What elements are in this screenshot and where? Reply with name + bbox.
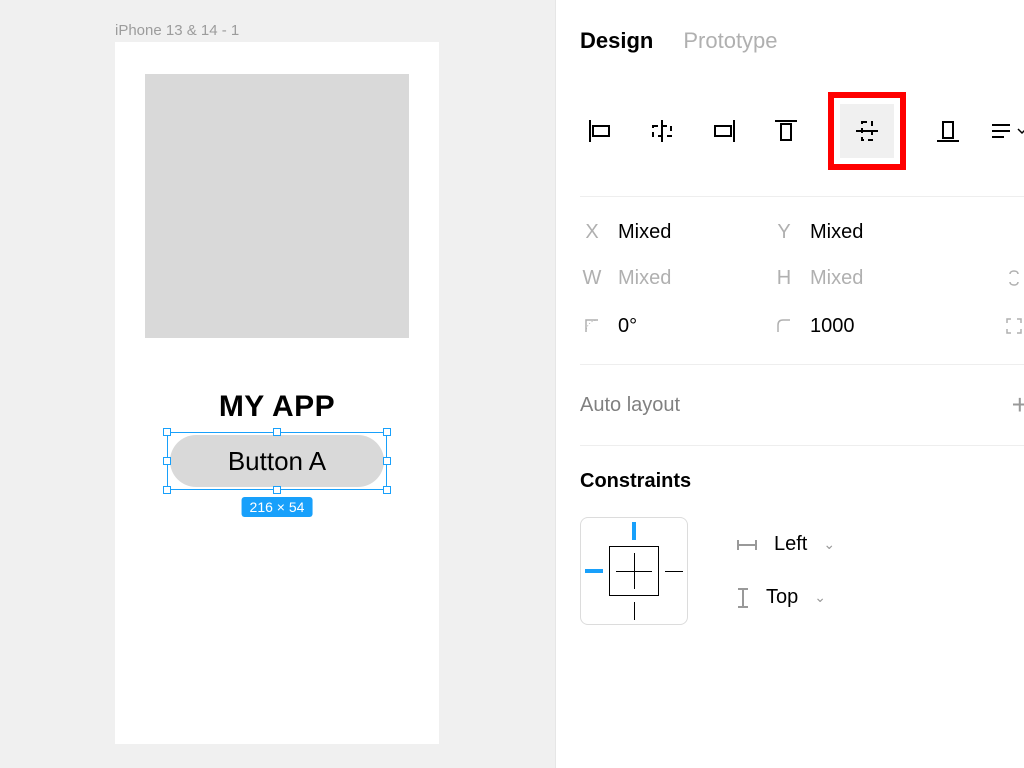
auto-layout-title: Auto layout [580,394,680,417]
y-label: Y [772,221,796,244]
transform-section: X Mixed Y Mixed W Mixed H Mixed [580,197,1024,365]
placeholder-rectangle[interactable] [145,74,409,338]
align-left-icon[interactable] [580,111,620,151]
chevron-down-icon [1016,125,1024,137]
constraints-title: Constraints [580,470,1024,493]
resize-handle-tr[interactable] [383,428,391,436]
align-right-icon[interactable] [704,111,744,151]
selection-bounds[interactable]: Button A [167,432,387,490]
align-horizontal-center-icon[interactable] [642,111,682,151]
w-label: W [580,267,604,290]
x-input[interactable]: Mixed [618,221,671,244]
resize-handle-bl[interactable] [163,486,171,494]
resize-handle-tm[interactable] [273,428,281,436]
independent-corners-icon[interactable] [1000,312,1024,340]
resize-handle-tl[interactable] [163,428,171,436]
constraint-vertical-select[interactable]: Top ⌄ [736,586,835,609]
constraint-center-v[interactable] [634,553,635,589]
resize-handle-br[interactable] [383,486,391,494]
constraint-horizontal-select[interactable]: Left ⌄ [736,533,835,556]
rotation-icon [580,317,604,335]
constraint-tick-left[interactable] [585,569,603,573]
vertical-icon [736,587,750,609]
align-bottom-icon[interactable] [928,111,968,151]
app-title-text[interactable]: MY APP [115,390,439,424]
selection-size-badge: 216 × 54 [242,497,313,517]
constraints-widget[interactable] [580,517,688,625]
chevron-down-icon: ⌄ [823,536,835,553]
constraint-tick-bottom[interactable] [634,602,635,620]
h-label: H [772,267,796,290]
constraints-section: Constraints [580,446,1024,649]
constraint-tick-top[interactable] [632,522,636,540]
tab-prototype[interactable]: Prototype [683,28,777,54]
horizontal-icon [736,538,758,552]
constrain-proportions-icon[interactable] [1000,264,1024,292]
auto-layout-section: Auto layout + [580,365,1024,446]
tidy-up-dropdown[interactable] [990,121,1024,141]
w-input[interactable]: Mixed [618,267,671,290]
h-input[interactable]: Mixed [810,267,863,290]
alignment-row [580,72,1024,197]
design-panel: Design Prototype [555,0,1024,768]
x-label: X [580,221,604,244]
add-auto-layout-button[interactable]: + [1012,389,1024,421]
chevron-down-icon: ⌄ [814,589,826,606]
resize-handle-ml[interactable] [163,457,171,465]
canvas-area[interactable]: iPhone 13 & 14 - 1 MY APP Button A 216 ×… [0,0,555,768]
y-input[interactable]: Mixed [810,221,863,244]
button-a[interactable]: Button A [170,435,384,487]
constraint-inner-box[interactable] [609,546,659,596]
align-top-icon[interactable] [766,111,806,151]
tab-design[interactable]: Design [580,28,653,54]
corner-radius-input[interactable]: 1000 [810,315,855,338]
resize-handle-mr[interactable] [383,457,391,465]
align-vertical-center-highlight [828,92,906,170]
frame-label[interactable]: iPhone 13 & 14 - 1 [115,22,239,39]
artboard-frame[interactable]: MY APP Button A 216 × 54 [115,42,439,744]
align-vertical-center-icon[interactable] [840,104,894,158]
corner-radius-icon [772,317,796,335]
constraint-tick-right[interactable] [665,571,683,572]
rotation-input[interactable]: 0° [618,315,637,338]
resize-handle-bm[interactable] [273,486,281,494]
